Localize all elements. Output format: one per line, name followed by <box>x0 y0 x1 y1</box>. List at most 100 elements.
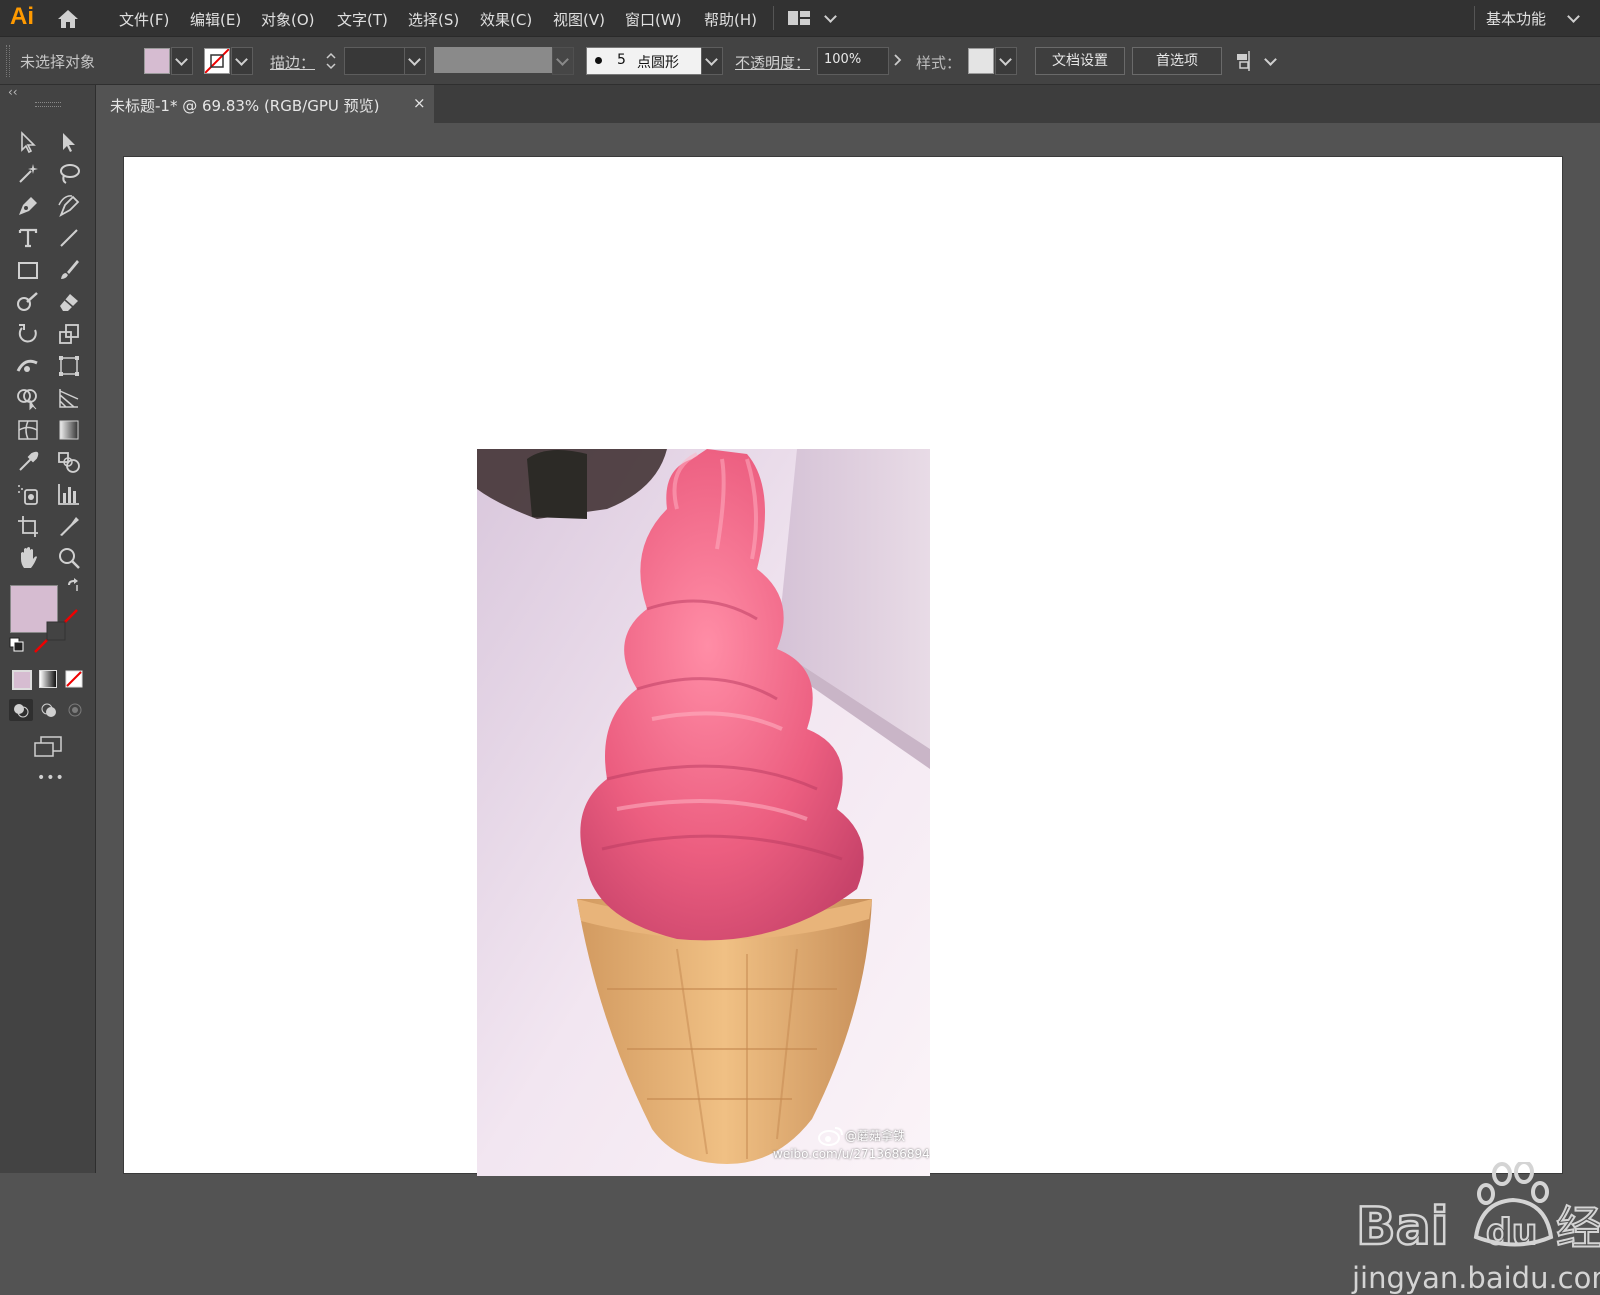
stroke-dropdown[interactable] <box>231 47 253 75</box>
menu-effect[interactable]: 效果(C) <box>480 9 532 30</box>
brush-type: 点圆形 <box>637 55 679 71</box>
align-icon[interactable] <box>1234 49 1258 77</box>
home-icon[interactable] <box>56 8 80 30</box>
shaper-tool-icon[interactable] <box>15 289 45 315</box>
blend-tool-icon[interactable] <box>56 449 86 475</box>
stroke-weight-dropdown[interactable] <box>404 47 426 75</box>
collapse-panel-icon[interactable]: ‹‹ <box>8 85 18 99</box>
watermark-chinese: 经验 <box>1556 1201 1600 1255</box>
pen-tool-icon[interactable] <box>15 193 45 219</box>
menu-edit[interactable]: 编辑(E) <box>190 9 241 30</box>
eraser-tool-icon[interactable] <box>56 289 86 315</box>
selection-tool-icon[interactable] <box>15 129 45 155</box>
more-tools-icon[interactable]: ••• <box>37 770 65 786</box>
document-setup-button[interactable]: 文档设置 <box>1035 47 1125 75</box>
perspective-grid-tool-icon[interactable] <box>56 385 86 411</box>
preferences-button[interactable]: 首选项 <box>1132 47 1222 75</box>
document-tab-title: 未标题-1* @ 69.83% (RGB/GPU 预览) <box>110 97 380 115</box>
brush-dot-icon <box>595 57 602 64</box>
style-label: 样式： <box>916 54 962 72</box>
curvature-tool-icon[interactable] <box>56 193 86 219</box>
width-tool-icon[interactable] <box>15 353 45 379</box>
chevron-down-icon <box>408 53 421 66</box>
stroke-weight-stepper[interactable] <box>324 49 338 73</box>
tools-panel: ‹‹ ••• <box>0 85 96 1173</box>
draw-inside-icon[interactable] <box>63 699 87 721</box>
stroke-swatch-none[interactable] <box>204 48 230 74</box>
none-mode-icon[interactable] <box>65 670 83 688</box>
arrange-documents-icon[interactable] <box>788 9 812 31</box>
artboard-tool-icon[interactable] <box>15 513 45 539</box>
swap-fill-stroke-icon[interactable] <box>65 577 81 593</box>
menu-file[interactable]: 文件(F) <box>119 9 169 30</box>
stroke-weight-input[interactable] <box>344 47 406 75</box>
scale-tool-icon[interactable] <box>56 321 86 347</box>
selection-status: 未选择对象 <box>20 53 96 71</box>
type-tool-icon[interactable] <box>15 225 45 251</box>
panel-grip[interactable] <box>35 102 61 107</box>
brush-dropdown[interactable] <box>701 47 723 75</box>
eyedropper-tool-icon[interactable] <box>15 449 45 475</box>
watermark-brand-suffix: du <box>1486 1212 1537 1253</box>
menu-type[interactable]: 文字(T) <box>337 9 388 30</box>
chevron-down-icon[interactable] <box>824 10 837 23</box>
brush-size: 5 <box>617 52 626 68</box>
menu-select[interactable]: 选择(S) <box>408 9 459 30</box>
chevron-down-icon <box>999 53 1012 66</box>
image-caption-url: weibo.com/u/2713686894 <box>773 1147 930 1161</box>
placed-image-ice-cream[interactable]: @蘑菇拿铁 weibo.com/u/2713686894 <box>477 449 930 1176</box>
menu-object[interactable]: 对象(O) <box>261 9 315 30</box>
hand-tool-icon[interactable] <box>15 545 45 571</box>
default-fill-stroke-icon[interactable] <box>9 637 25 653</box>
symbol-sprayer-tool-icon[interactable] <box>15 481 45 507</box>
opacity-flyout[interactable] <box>888 47 908 73</box>
menu-help[interactable]: 帮助(H) <box>704 9 757 30</box>
image-caption-handle: @蘑菇拿铁 <box>845 1129 906 1143</box>
chevron-down-icon[interactable] <box>1264 53 1277 66</box>
close-icon[interactable]: × <box>413 94 426 112</box>
document-tab-strip: 未标题-1* @ 69.83% (RGB/GPU 预览) × <box>97 85 1600 123</box>
gradient-tool-icon[interactable] <box>56 417 86 443</box>
style-dropdown[interactable] <box>995 47 1017 75</box>
fill-swatch[interactable] <box>144 48 170 74</box>
opacity-input[interactable]: 100% <box>817 47 889 75</box>
magic-wand-tool-icon[interactable] <box>15 161 45 187</box>
app-logo: Ai <box>10 3 34 30</box>
color-mode-icon[interactable] <box>12 670 32 690</box>
workspace-switcher[interactable]: 基本功能 <box>1486 8 1546 29</box>
slice-tool-icon[interactable] <box>56 513 86 539</box>
draw-behind-icon[interactable] <box>37 699 61 721</box>
chevron-down-icon <box>175 53 188 66</box>
menu-view[interactable]: 视图(V) <box>553 9 605 30</box>
graphic-style-swatch[interactable] <box>968 48 994 74</box>
variable-width-profile[interactable] <box>434 47 552 73</box>
profile-dropdown[interactable] <box>552 47 574 75</box>
draw-normal-icon[interactable] <box>9 699 33 721</box>
stroke-label[interactable]: 描边： <box>270 52 315 73</box>
direct-selection-tool-icon[interactable] <box>56 129 86 155</box>
artboard[interactable]: @蘑菇拿铁 weibo.com/u/2713686894 Bai du 经验 j… <box>124 157 1600 1295</box>
opacity-label[interactable]: 不透明度： <box>735 52 810 73</box>
chevron-down-icon <box>705 53 718 66</box>
column-graph-tool-icon[interactable] <box>56 481 86 507</box>
menu-bar: Ai 文件(F) 编辑(E) 对象(O) 文字(T) 选择(S) 效果(C) 视… <box>0 0 1600 37</box>
screen-mode-icon[interactable] <box>33 735 63 759</box>
chevron-down-icon[interactable] <box>1567 10 1580 23</box>
chevron-down-icon <box>235 53 248 66</box>
baidu-jingyan-watermark: Bai du 经验 <box>1356 1162 1600 1258</box>
mesh-tool-icon[interactable] <box>15 417 45 443</box>
brush-definition[interactable]: 5 点圆形 <box>586 47 703 75</box>
menu-window[interactable]: 窗口(W) <box>625 9 682 30</box>
zoom-tool-icon[interactable] <box>56 545 86 571</box>
rotate-tool-icon[interactable] <box>15 321 45 347</box>
document-tab[interactable]: 未标题-1* @ 69.83% (RGB/GPU 预览) × <box>97 85 434 123</box>
lasso-tool-icon[interactable] <box>56 161 86 187</box>
fill-dropdown[interactable] <box>171 47 193 75</box>
line-segment-tool-icon[interactable] <box>56 225 86 251</box>
paintbrush-tool-icon[interactable] <box>56 257 86 283</box>
shape-builder-tool-icon[interactable] <box>15 385 45 411</box>
gradient-mode-icon[interactable] <box>39 670 57 688</box>
rectangle-tool-icon[interactable] <box>15 257 45 283</box>
chevron-down-icon <box>556 53 569 66</box>
free-transform-tool-icon[interactable] <box>56 353 86 379</box>
